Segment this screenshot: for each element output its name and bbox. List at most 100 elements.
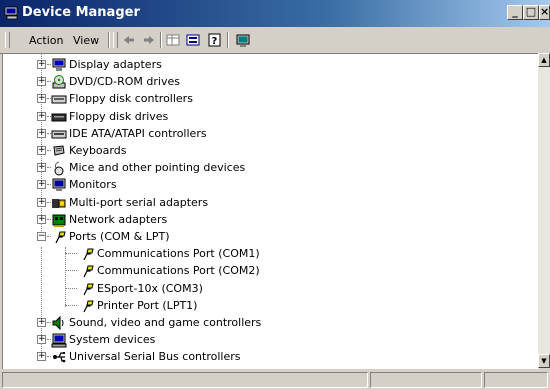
tree-connector-line bbox=[65, 304, 77, 306]
port-icon bbox=[83, 283, 94, 295]
tree-category-item[interactable]: + Display adapters bbox=[3, 56, 533, 73]
port-icon bbox=[83, 300, 94, 313]
tree-device-item[interactable]: ESport-10x (COM3) bbox=[3, 280, 533, 297]
expand-toggle[interactable]: + bbox=[37, 111, 46, 121]
status-panel-main bbox=[2, 372, 368, 388]
toolbar-separator bbox=[227, 32, 229, 48]
cdrom-drive-icon bbox=[52, 75, 66, 89]
tree-category-item[interactable]: + Mice and other pointing devices bbox=[3, 159, 533, 176]
tree-category-item[interactable]: + Multi-port serial adapters bbox=[3, 194, 533, 211]
help-icon[interactable]: ? bbox=[207, 32, 223, 48]
status-panel bbox=[484, 372, 548, 388]
tree-category-item[interactable]: + Floppy disk controllers bbox=[3, 90, 533, 107]
tree-item-label: Floppy disk drives bbox=[69, 109, 169, 123]
tree-item-label: Ports (COM & LPT) bbox=[69, 230, 170, 243]
tree-item-label: Display adapters bbox=[69, 58, 162, 71]
tree-category-item[interactable]: + DVD/CD-ROM drives bbox=[3, 73, 533, 90]
tree-category-item[interactable]: + Universal Serial Bus controllers bbox=[3, 348, 533, 365]
expand-toggle[interactable]: + bbox=[37, 94, 46, 104]
expand-toggle[interactable]: + bbox=[37, 180, 46, 190]
port-icon bbox=[83, 248, 94, 261]
toolbar-grip[interactable] bbox=[113, 32, 118, 48]
port-icon bbox=[83, 265, 94, 278]
device-manager-icon bbox=[4, 6, 18, 20]
toolbar-separator bbox=[108, 32, 110, 48]
tree-category-item[interactable]: + Monitors bbox=[3, 176, 533, 193]
system-device-icon bbox=[51, 333, 67, 348]
menu-toolbar: Action View ? bbox=[0, 27, 550, 54]
port-icon bbox=[55, 231, 66, 244]
tree-category-item[interactable]: + Keyboards bbox=[3, 142, 533, 159]
tree-item-label: System devices bbox=[69, 333, 156, 347]
tree-item-label: ESport-10x (COM3) bbox=[97, 281, 203, 295]
vertical-scrollbar[interactable]: ▲ ▼ bbox=[538, 53, 550, 368]
expand-toggle[interactable]: + bbox=[37, 128, 46, 138]
minimize-button[interactable]: _ bbox=[507, 5, 523, 20]
expand-toggle[interactable]: + bbox=[37, 146, 46, 155]
back-arrow-icon[interactable] bbox=[121, 32, 137, 48]
tree-item-label: Multi-port serial adapters bbox=[69, 195, 209, 209]
tree-item-label: Monitors bbox=[69, 178, 117, 192]
keyboard-icon bbox=[53, 145, 65, 156]
tree-item-label: Sound, video and game controllers bbox=[69, 316, 262, 329]
window-title: Device Manager bbox=[22, 5, 140, 20]
close-button[interactable]: × bbox=[539, 5, 550, 20]
properties-grid-icon[interactable] bbox=[165, 32, 181, 48]
device-tree[interactable]: + Display adapters + DVD/CD-ROM drives + Flop… bbox=[2, 53, 539, 369]
expand-toggle[interactable]: + bbox=[37, 77, 46, 87]
details-view-icon[interactable] bbox=[185, 32, 201, 48]
status-panel bbox=[370, 372, 482, 388]
sound-icon bbox=[52, 315, 64, 331]
tree-item-label: Communications Port (COM1) bbox=[97, 247, 260, 261]
toolbar-grip[interactable] bbox=[5, 32, 10, 48]
tree-item-label: Printer Port (LPT1) bbox=[97, 298, 198, 312]
status-bar bbox=[0, 369, 550, 389]
tree-category-item[interactable]: + System devices bbox=[3, 331, 533, 348]
tree-device-item[interactable]: Communications Port (COM2) bbox=[3, 262, 533, 279]
title-bar[interactable]: Device Manager _ □ × bbox=[0, 0, 550, 27]
display-adapter-icon bbox=[52, 58, 66, 71]
expand-toggle[interactable]: + bbox=[37, 318, 46, 327]
tree-item-label: IDE ATA/ATAPI controllers bbox=[69, 126, 207, 140]
tree-item-label: Mice and other pointing devices bbox=[69, 161, 246, 175]
expand-toggle[interactable]: + bbox=[37, 197, 46, 207]
forward-arrow-icon[interactable] bbox=[141, 32, 157, 48]
scroll-up-arrow[interactable]: ▲ bbox=[538, 53, 550, 67]
menu-view[interactable]: View bbox=[73, 34, 99, 47]
tree-device-item[interactable]: Communications Port (COM1) bbox=[3, 245, 533, 262]
tree-item-label: Floppy disk controllers bbox=[69, 92, 193, 106]
collapse-toggle[interactable]: − bbox=[37, 232, 46, 241]
tree-item-label: DVD/CD-ROM drives bbox=[69, 75, 180, 89]
maximize-button[interactable]: □ bbox=[523, 5, 539, 20]
tree-category-item[interactable]: − Ports (COM & LPT) bbox=[3, 228, 533, 245]
disk-controller-icon bbox=[51, 95, 67, 104]
multiport-adapter-icon bbox=[52, 198, 66, 208]
device-manager-window: Device Manager _ □ × Action View ? + Dis… bbox=[0, 0, 550, 389]
expand-toggle[interactable]: + bbox=[37, 352, 46, 362]
scroll-down-arrow[interactable]: ▼ bbox=[538, 354, 550, 368]
menu-action[interactable]: Action bbox=[29, 34, 63, 47]
menu-action-label: Action bbox=[29, 34, 64, 47]
tree-category-item[interactable]: + Network adapters bbox=[3, 211, 533, 228]
expand-toggle[interactable]: + bbox=[37, 163, 46, 173]
tree-category-item[interactable]: + Floppy disk drives bbox=[3, 108, 533, 125]
ide-controller-icon bbox=[51, 130, 67, 139]
menu-view-label: View bbox=[73, 34, 100, 47]
expand-toggle[interactable]: + bbox=[37, 214, 46, 224]
tree-category-item[interactable]: + Sound, video and game controllers bbox=[3, 314, 533, 331]
tree-item-label: Communications Port (COM2) bbox=[97, 264, 260, 278]
network-adapter-icon bbox=[52, 214, 66, 227]
toolbar-separator bbox=[160, 32, 162, 48]
tree-connector-line bbox=[65, 253, 77, 255]
tree-connector-line bbox=[65, 287, 77, 289]
floppy-drive-icon bbox=[51, 113, 67, 122]
expand-toggle[interactable]: + bbox=[37, 60, 46, 69]
tree-category-item[interactable]: + IDE ATA/ATAPI controllers bbox=[3, 125, 533, 142]
expand-toggle[interactable]: + bbox=[37, 335, 46, 345]
monitor-icon bbox=[52, 178, 66, 192]
tree-item-label: Universal Serial Bus controllers bbox=[69, 350, 241, 364]
usb-icon bbox=[53, 352, 66, 363]
tree-device-item[interactable]: Printer Port (LPT1) bbox=[3, 297, 533, 314]
tree-item-label: Keyboards bbox=[69, 144, 127, 157]
scan-hardware-icon[interactable] bbox=[235, 32, 251, 48]
